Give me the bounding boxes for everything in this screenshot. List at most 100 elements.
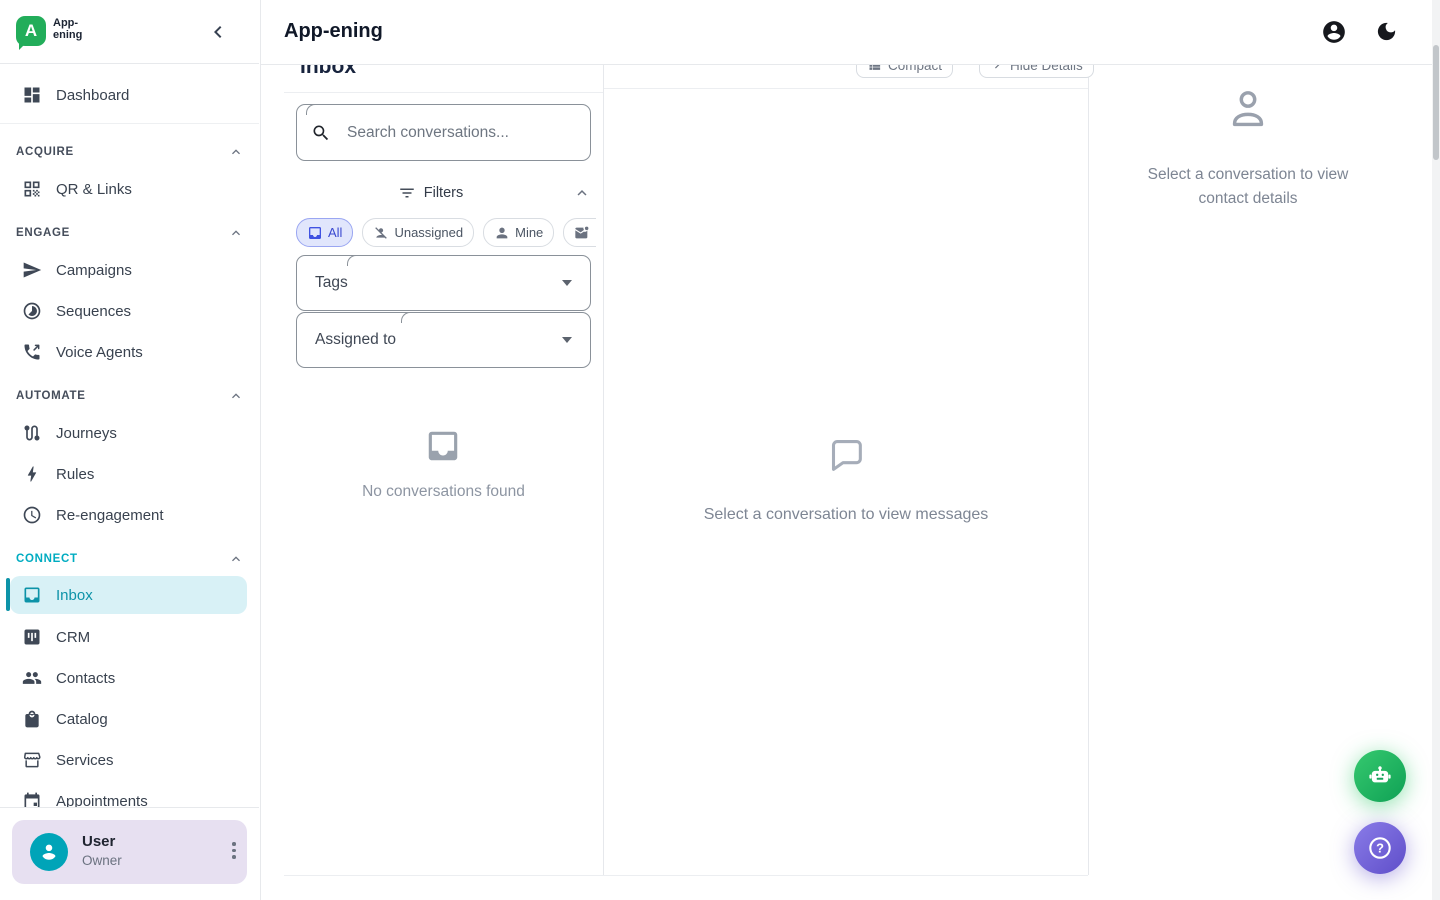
- sidebar-item-qr-links[interactable]: QR & Links: [10, 170, 247, 208]
- select-conversation-messages-text: Select a conversation to view messages: [604, 506, 1088, 524]
- person-outline-icon: [1225, 86, 1271, 136]
- help-icon: ?: [1366, 834, 1394, 862]
- chip-label: Unread: [595, 225, 596, 240]
- tags-select[interactable]: Tags: [296, 255, 591, 311]
- panel-bottom-divider: [284, 875, 1088, 876]
- filter-chips-row: All Unassigned Mine Unread: [296, 218, 596, 247]
- sidebar-item-label: Journeys: [56, 425, 117, 442]
- inbox-icon: [22, 585, 42, 605]
- empty-inbox-icon: [424, 427, 462, 465]
- sidebar-item-label: Appointments: [56, 793, 148, 809]
- page-title: App-ening: [284, 20, 383, 43]
- chevron-up-icon[interactable]: [573, 184, 591, 202]
- search-input[interactable]: [345, 123, 576, 143]
- sidebar-item-contacts[interactable]: Contacts: [10, 659, 247, 697]
- tags-select-label: Tags: [315, 274, 348, 292]
- sidebar-item-voice-agents[interactable]: Voice Agents: [10, 333, 247, 371]
- clock-icon: [22, 505, 42, 525]
- shopping-bag-icon: [22, 709, 42, 729]
- sidebar-item-catalog[interactable]: Catalog: [10, 700, 247, 738]
- svg-text:?: ?: [1376, 841, 1384, 856]
- people-icon: [22, 668, 42, 688]
- chip-unread[interactable]: Unread: [563, 218, 596, 247]
- sidebar-item-label: Inbox: [56, 587, 93, 604]
- sidebar-item-label: Dashboard: [56, 87, 129, 104]
- storefront-icon: [22, 750, 42, 770]
- sidebar-collapse-icon[interactable]: [206, 20, 230, 44]
- section-header-engage[interactable]: ENGAGE: [16, 225, 244, 241]
- sidebar-item-label: Contacts: [56, 670, 115, 687]
- kanban-icon: [22, 627, 42, 647]
- chip-all[interactable]: All: [296, 218, 353, 247]
- details-empty-line1: Select a conversation to view: [1098, 163, 1398, 187]
- page-scrollbar-track: [1432, 0, 1440, 900]
- sidebar-item-label: CRM: [56, 629, 90, 646]
- outline-notch: [347, 255, 362, 266]
- sidebar-item-label: QR & Links: [56, 181, 132, 198]
- outline-notch: [306, 104, 321, 115]
- sidebar-divider: [0, 123, 259, 124]
- send-icon: [22, 260, 42, 280]
- person-icon: [494, 225, 510, 241]
- filters-toggle[interactable]: Filters: [296, 182, 591, 204]
- sidebar-item-re-engagement[interactable]: Re-engagement: [10, 496, 247, 534]
- chip-label: Unassigned: [394, 225, 463, 240]
- search-icon: [311, 123, 331, 143]
- logo-line2: ening: [53, 29, 82, 41]
- dropdown-caret-icon: [562, 280, 572, 286]
- sidebar-item-crm[interactable]: CRM: [10, 618, 247, 656]
- route-icon: [22, 423, 42, 443]
- user-avatar: [30, 833, 68, 871]
- help-fab[interactable]: ?: [1354, 822, 1406, 874]
- section-header-automate[interactable]: AUTOMATE: [16, 388, 244, 404]
- search-conversations-box[interactable]: [296, 104, 591, 161]
- calendar-icon: [22, 791, 42, 808]
- user-menu-kebab-icon[interactable]: [224, 842, 244, 862]
- app-logo: A: [16, 16, 46, 46]
- sidebar-item-label: Sequences: [56, 303, 131, 320]
- chat-icon: [307, 225, 323, 241]
- sidebar-item-sequences[interactable]: Sequences: [10, 292, 247, 330]
- account-circle-icon[interactable]: [1321, 19, 1347, 45]
- sidebar-item-label: Services: [56, 752, 114, 769]
- account-icon: [36, 839, 62, 865]
- sidebar-item-dashboard[interactable]: Dashboard: [10, 76, 247, 114]
- sidebar-item-appointments[interactable]: Appointments: [10, 782, 247, 808]
- chevron-up-icon: [228, 144, 244, 160]
- section-label: CONNECT: [16, 553, 78, 565]
- user-card[interactable]: User Owner: [12, 820, 247, 884]
- assigned-to-select[interactable]: Assigned to: [296, 312, 591, 368]
- qr-code-icon: [22, 179, 42, 199]
- chevron-up-icon: [228, 225, 244, 241]
- chevron-up-icon: [228, 551, 244, 567]
- chip-label: All: [328, 225, 342, 240]
- select-conversation-details-text: Select a conversation to view contact de…: [1098, 163, 1398, 211]
- section-header-acquire[interactable]: ACQUIRE: [16, 144, 244, 160]
- assistant-fab[interactable]: [1354, 750, 1406, 802]
- sidebar-item-campaigns[interactable]: Campaigns: [10, 251, 247, 289]
- sidebar-item-label: Catalog: [56, 711, 108, 728]
- page-scrollbar-thumb[interactable]: [1433, 45, 1439, 160]
- outline-notch: [401, 312, 416, 323]
- panel-divider: [603, 64, 604, 875]
- sidebar-item-journeys[interactable]: Journeys: [10, 414, 247, 452]
- sidebar: A App- ening Dashboard ACQUIRE QR & Link…: [0, 0, 261, 900]
- assigned-to-select-label: Assigned to: [315, 331, 396, 349]
- section-label: ACQUIRE: [16, 146, 74, 158]
- sidebar-item-services[interactable]: Services: [10, 741, 247, 779]
- details-empty-line2: contact details: [1098, 187, 1398, 211]
- chip-unassigned[interactable]: Unassigned: [362, 218, 474, 247]
- sidebar-item-inbox[interactable]: Inbox: [10, 576, 247, 614]
- filter-list-icon: [398, 184, 416, 202]
- section-header-connect[interactable]: CONNECT: [16, 551, 244, 567]
- sidebar-logo-row: A App- ening: [0, 0, 259, 64]
- dropdown-caret-icon: [562, 337, 572, 343]
- dark-mode-moon-icon[interactable]: [1375, 20, 1398, 43]
- sidebar-item-label: Campaigns: [56, 262, 132, 279]
- user-name: User: [82, 833, 115, 850]
- logo-line1: App-: [53, 17, 82, 29]
- section-label: AUTOMATE: [16, 390, 86, 402]
- sidebar-item-rules[interactable]: Rules: [10, 455, 247, 493]
- logo-letter: A: [25, 21, 37, 41]
- chip-mine[interactable]: Mine: [483, 218, 554, 247]
